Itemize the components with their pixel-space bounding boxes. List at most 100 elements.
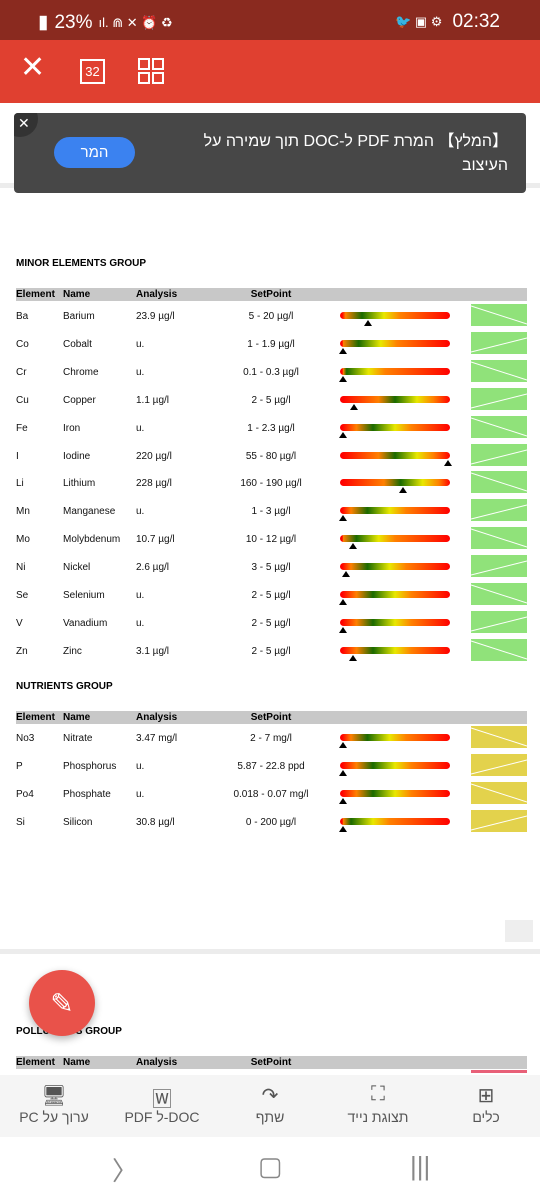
element-name: Chrome [63, 366, 99, 378]
element-name: Silicon [63, 816, 93, 828]
table-row: Li Lithium 228 µg/l 160 - 190 µg/l [16, 471, 527, 501]
value-marker [339, 626, 348, 633]
range-bar [340, 367, 450, 375]
element-symbol: Zn [16, 645, 28, 657]
battery-icon: ▮ [38, 12, 49, 33]
element-name: Selenium [63, 590, 105, 601]
table-row: Mn Manganese u. 1 - 3 µg/l [16, 499, 527, 529]
bottom-item-tools[interactable]: ⊞ כלים [432, 1075, 540, 1137]
setpoint-range: 5 - 20 µg/l [248, 311, 294, 322]
clock: 02:32 [452, 11, 500, 32]
element-name: Cobalt [63, 338, 92, 350]
bottom-item-mobile-view[interactable]: ⛶ תצוגת נייד [324, 1075, 432, 1137]
status-thumbnail [471, 555, 527, 578]
battery-level: 23% [54, 11, 93, 33]
header-analysis: Analysis [136, 289, 178, 300]
table-row: Co Cobalt u. 1 - 1.9 µg/l [16, 331, 527, 362]
table-row: Cu Copper 1.1 µg/l 2 - 5 µg/l [16, 387, 527, 418]
close-toast-icon[interactable]: ✕ [14, 113, 38, 137]
bottom-item-label: כלים [472, 1109, 500, 1125]
table-row: Mo Molybdenum 10.7 µg/l 10 - 12 µg/l [16, 527, 527, 557]
setpoint-range: 2 - 7 mg/l [250, 733, 292, 744]
status-thumbnail [471, 359, 527, 382]
setpoint-range: 160 - 190 µg/l [240, 478, 302, 490]
home-icon[interactable]: ▢ [258, 1151, 283, 1182]
back-icon[interactable]: 〉 [112, 1151, 138, 1188]
analysis-value: u. [136, 506, 145, 518]
setpoint-range: 10 - 12 µg/l [245, 534, 297, 546]
table-row: Po4 Phosphate u. 0.018 - 0.07 mg/l [16, 781, 527, 812]
status-thumbnail [471, 331, 527, 354]
setpoint-range: 55 - 80 µg/l [245, 450, 297, 462]
table-row: Se Selenium u. 2 - 5 µg/l [16, 583, 527, 613]
element-symbol: Po4 [16, 788, 34, 800]
analysis-value: 23.9 µg/l [136, 311, 175, 322]
grid-view-icon[interactable] [138, 58, 164, 89]
analysis-value: 1.1 µg/l [136, 394, 170, 406]
bottom-item-pc[interactable]: 🖥 ערוך על PC [0, 1075, 108, 1137]
recents-icon[interactable]: ||| [410, 1151, 430, 1182]
element-name: Copper [63, 394, 96, 406]
edit-fab[interactable]: ✎ [29, 970, 95, 1036]
value-marker [350, 403, 359, 410]
bottom-item-label: ערוך על PC [19, 1109, 89, 1125]
share-icon: ↷ [261, 1085, 279, 1107]
element-symbol: Si [16, 816, 25, 828]
value-marker [398, 487, 407, 494]
header-name: Name [63, 289, 91, 300]
element-name: Vanadium [63, 617, 108, 629]
promo-toast: ✕ 【המלץ】 המרת PDF ל-DOC תוך שמירה על העי… [14, 113, 526, 193]
toast-message: 【המלץ】 המרת PDF ל-DOC תוך שמירה על העיצו… [203, 133, 508, 174]
range-bar [340, 339, 450, 347]
header-element: Element [16, 289, 55, 300]
close-icon[interactable]: ✕ [20, 50, 45, 85]
header-analysis: Analysis [136, 1057, 178, 1068]
table-row: P Phosphorus u. 5.87 - 22.8 ppd [16, 753, 527, 784]
bottom-item-label: שתף [255, 1109, 285, 1125]
range-bar [340, 479, 450, 487]
element-symbol: V [16, 617, 23, 629]
setpoint-range: 1 - 3 µg/l [251, 506, 291, 518]
setpoint-range: 2 - 5 µg/l [251, 394, 291, 406]
table-row: Fe Iron u. 1 - 2.3 µg/l [16, 415, 527, 446]
signal-icons: ıl. ⋒ ✕ ⏰ ♻ [98, 14, 173, 30]
setpoint-range: 2 - 5 µg/l [251, 590, 291, 601]
value-marker [339, 797, 348, 804]
range-bar [340, 563, 450, 571]
notification-icons: 🐦 ▣ ⚙ [395, 14, 443, 29]
bottom-bar: 🖥 ערוך על PC 🅆 DOC-ל PDF ↷ שתף ⛶ תצוגת נייד ⊞ כלי… [0, 1075, 540, 1137]
table-row: Ni Nickel 2.6 µg/l 3 - 5 µg/l [16, 555, 527, 585]
element-symbol: No3 [16, 733, 35, 744]
analysis-value: u. [136, 338, 145, 350]
value-marker [349, 543, 358, 550]
value-marker [339, 769, 348, 776]
status-thumbnail [471, 443, 527, 466]
analysis-value: u. [136, 788, 145, 800]
analysis-value: 3.47 mg/l [136, 733, 178, 744]
setpoint-range: 3 - 5 µg/l [251, 562, 291, 574]
range-bar [340, 761, 450, 769]
setpoint-range: 5.87 - 22.8 ppd [237, 760, 305, 772]
range-bar [340, 312, 450, 319]
analysis-value: u. [136, 590, 145, 601]
value-marker [339, 375, 348, 382]
range-bar [340, 395, 450, 403]
page-count-button[interactable]: 32 [80, 59, 105, 84]
element-name: Manganese [63, 506, 116, 518]
status-thumbnail [471, 499, 527, 522]
status-thumbnail [471, 753, 527, 776]
status-thumbnail [471, 610, 527, 633]
value-marker [339, 515, 348, 522]
range-bar [340, 423, 450, 431]
element-symbol: Co [16, 338, 29, 350]
bottom-item-word[interactable]: 🅆 DOC-ל PDF [108, 1075, 216, 1137]
convert-button[interactable]: המר [54, 137, 135, 168]
status-thumbnail [471, 304, 527, 326]
analysis-value: 3.1 µg/l [136, 645, 170, 657]
bottom-item-share[interactable]: ↷ שתף [216, 1075, 324, 1137]
setpoint-range: 1 - 1.9 µg/l [247, 338, 295, 350]
element-name: Nitrate [63, 733, 93, 744]
pencil-icon: ✎ [50, 987, 74, 1019]
analysis-value: 228 µg/l [136, 478, 172, 490]
status-thumbnail [471, 726, 527, 748]
